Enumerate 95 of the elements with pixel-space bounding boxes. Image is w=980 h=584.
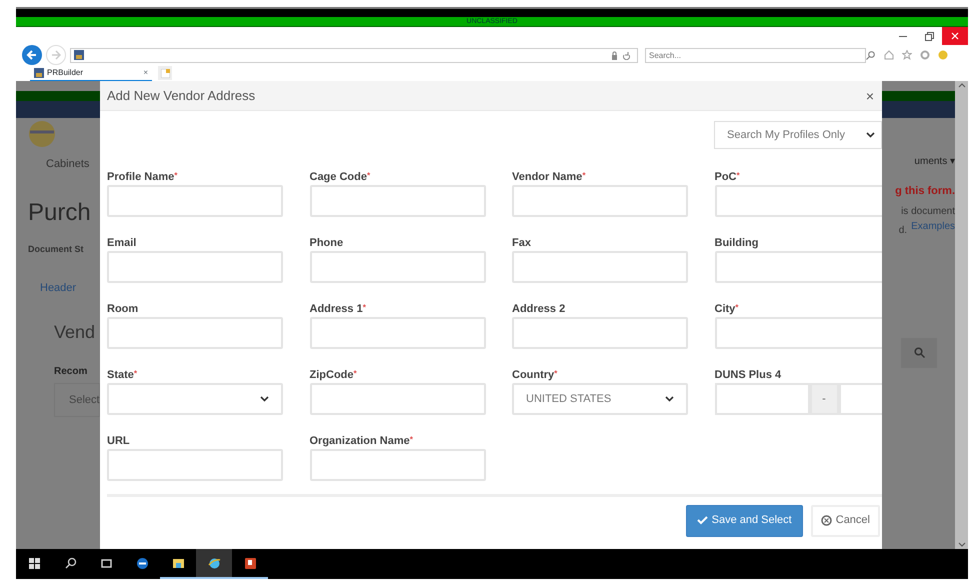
field-label: Recom — [54, 364, 88, 378]
field-label: Email — [107, 237, 138, 249]
close-button[interactable] — [942, 27, 968, 45]
scroll-down-icon — [958, 541, 966, 549]
close-icon — [951, 32, 959, 40]
check-icon — [696, 515, 708, 526]
tab-close-button[interactable]: × — [143, 66, 148, 78]
input-field[interactable] — [107, 185, 283, 217]
new-tab-button[interactable] — [158, 66, 172, 80]
input-field[interactable] — [310, 383, 486, 415]
site-icon — [74, 50, 84, 60]
field-label: State$^{*}$ — [107, 369, 138, 381]
field-label: Address 2 — [512, 303, 566, 315]
windows-logo-icon — [28, 556, 40, 570]
field-label: Profile Name$^{*}$ — [107, 171, 178, 183]
field-label: Country$^{*}$ — [512, 369, 558, 381]
page-heading: Purch — [28, 198, 92, 228]
field-label: City$^{*}$ — [714, 303, 740, 315]
input-field[interactable] — [310, 185, 486, 217]
tab-title: PRBuilder — [47, 66, 84, 78]
input-field[interactable] — [714, 251, 882, 283]
chevron-down-icon — [866, 132, 875, 138]
input-field[interactable] — [310, 449, 486, 481]
chevron-down-icon — [260, 396, 269, 402]
field-label: PoC$^{*}$ — [714, 171, 741, 183]
restore-icon — [924, 32, 934, 40]
field-label: URL — [107, 435, 131, 447]
input-field[interactable] — [512, 317, 688, 349]
new-tab-icon — [160, 68, 170, 78]
save-button[interactable]: Save and Select — [686, 504, 803, 536]
input-field[interactable] — [310, 317, 486, 349]
nav-item[interactable]: Cabinets — [46, 156, 100, 172]
scrollbar[interactable] — [955, 81, 968, 549]
select-field[interactable] — [107, 383, 283, 415]
input-field[interactable] — [512, 251, 688, 283]
input-field[interactable] — [107, 449, 283, 481]
back-arrow-icon — [26, 49, 38, 61]
chevron-down-icon — [665, 396, 674, 402]
browser-tab[interactable]: PRBuilder × — [30, 66, 152, 80]
note-text: d. — [898, 224, 908, 238]
field-label: Vendor Name$^{*}$ — [512, 171, 587, 183]
field-label: Organization Name$^{*}$ — [310, 435, 414, 447]
search-icon — [866, 50, 875, 60]
field-label: Room — [107, 303, 140, 315]
folder-icon — [172, 556, 184, 570]
input-field[interactable] — [714, 185, 882, 217]
search-button[interactable] — [901, 338, 937, 368]
search-icon — [914, 347, 924, 358]
cancel-icon — [820, 515, 832, 526]
section-title: Vend — [54, 320, 96, 344]
home-icon — [884, 50, 894, 60]
note-text: is document — [901, 204, 955, 218]
field-label: Building — [714, 237, 760, 249]
settings-button[interactable] — [918, 48, 932, 62]
field-label: Fax — [512, 237, 532, 249]
field-label: Address 1$^{*}$ — [310, 303, 367, 315]
input-field[interactable] — [107, 317, 283, 349]
input-field[interactable] — [107, 251, 283, 283]
select-field[interactable]: Select — [54, 382, 100, 417]
field-label: DUNS Plus 4 — [714, 369, 782, 381]
home-button[interactable] — [882, 48, 896, 62]
address-field[interactable] — [70, 48, 638, 62]
document-status: Document St — [28, 242, 85, 256]
cancel-button[interactable]: Cancel — [810, 504, 880, 536]
back-button[interactable] — [22, 45, 42, 65]
search-icon — [64, 556, 76, 570]
star-button[interactable] — [900, 48, 914, 62]
globe-browser-icon — [208, 556, 220, 570]
input-field[interactable] — [714, 317, 882, 349]
site-icon — [34, 68, 44, 78]
task-view-icon — [100, 556, 112, 570]
settings-icon — [920, 50, 930, 60]
filter-select[interactable]: Search My Profiles Only — [714, 121, 882, 149]
input-field[interactable] — [310, 251, 486, 283]
input-field[interactable] — [512, 185, 688, 217]
forward-arrow-icon — [51, 50, 61, 60]
warning-text: g this form. — [895, 184, 955, 199]
select-field[interactable]: UNITED STATES — [512, 383, 688, 415]
separator-addon: - — [810, 383, 838, 415]
taskbar-app[interactable] — [196, 549, 232, 579]
documents-menu[interactable]: uments ▾ — [914, 154, 955, 169]
field-label: ZipCode$^{*}$ — [310, 369, 358, 381]
close-button[interactable]: × — [866, 88, 874, 102]
dialog-title: Add New Vendor Address — [107, 88, 256, 104]
search-field[interactable]: Search... — [645, 48, 866, 62]
examples-link[interactable]: Examples — [911, 218, 955, 238]
scroll-up-icon — [958, 81, 966, 89]
edge-browser-icon — [136, 556, 148, 570]
header-tab[interactable]: Header — [40, 280, 100, 296]
input-field[interactable] — [838, 383, 882, 415]
field-label: Phone — [310, 237, 344, 249]
input-field[interactable] — [714, 383, 810, 415]
slides-app-icon — [244, 556, 256, 570]
star-icon — [902, 50, 912, 60]
field-label: Cage Code$^{*}$ — [310, 171, 372, 183]
